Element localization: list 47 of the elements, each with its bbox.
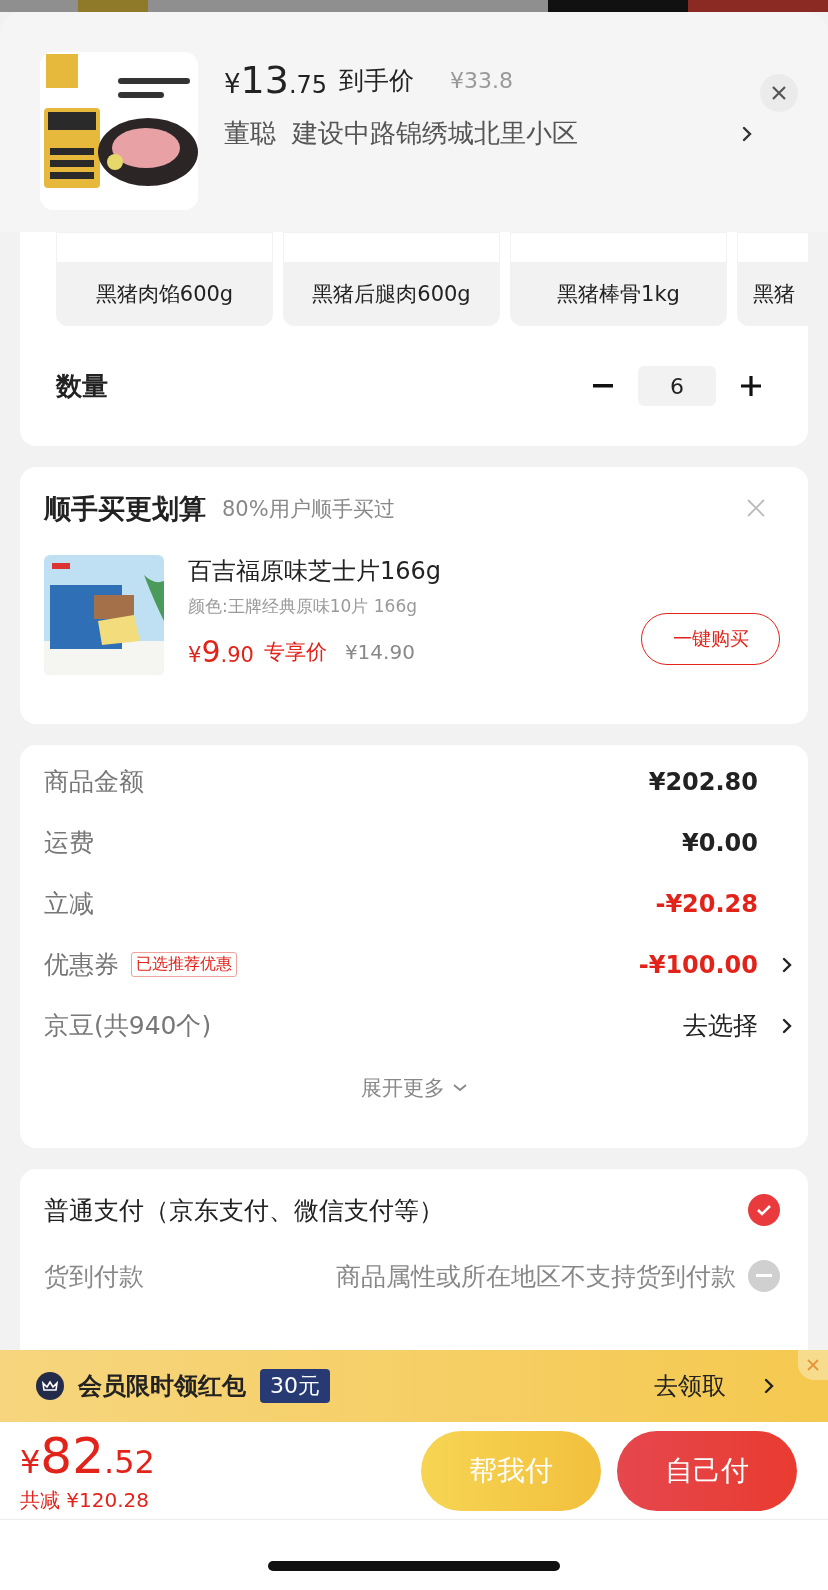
checked-radio[interactable]: [748, 1194, 780, 1226]
quantity-label: 数量: [56, 369, 108, 403]
address-text: 建设中路锦绣城北里小区: [292, 117, 578, 150]
price-label: 到手价: [339, 64, 415, 97]
summary-label: 优惠券: [44, 949, 119, 981]
amount-badge: 30元: [260, 1369, 330, 1403]
close-button[interactable]: [760, 74, 798, 112]
summary-value: ¥202.80: [648, 767, 758, 796]
summary-label: 运费: [44, 827, 94, 859]
minus-icon: [593, 384, 613, 388]
total-price: ¥82.52: [20, 1427, 155, 1485]
close-icon: [771, 85, 787, 101]
crown-icon: [36, 1372, 64, 1400]
original-price: ¥14.90: [344, 639, 415, 664]
coupon-tag: 已选推荐优惠: [131, 952, 237, 977]
chevron-down-icon: [453, 1084, 467, 1092]
summary-label: 商品金额: [44, 766, 144, 798]
total-saving: 共减 ¥120.28: [20, 1487, 151, 1514]
summary-value: -¥100.00: [638, 950, 758, 979]
buy-now-button[interactable]: 一键购买: [641, 613, 780, 665]
plus-icon: [740, 375, 762, 397]
check-icon: [756, 1204, 772, 1216]
section-title: 顺手买更划算: [44, 492, 206, 526]
product-name: 百吉福原味芝士片166g: [188, 556, 442, 587]
quantity-field[interactable]: 6: [638, 366, 716, 406]
final-price: ¥13.75: [224, 58, 328, 102]
close-icon: [747, 498, 765, 517]
pay-button[interactable]: 自己付: [617, 1430, 797, 1511]
select-link[interactable]: 去选择: [683, 1009, 758, 1042]
minus-icon: [756, 1274, 772, 1278]
claim-link[interactable]: 去领取: [654, 1370, 726, 1402]
exclusive-price: ¥9.90: [188, 634, 254, 669]
payment-option[interactable]: 普通支付（京东支付、微信支付等）: [44, 1193, 444, 1227]
expand-more-link[interactable]: 展开更多: [361, 1074, 445, 1102]
original-price: ¥33.8: [450, 67, 514, 93]
payment-note: 商品属性或所在地区不支持货到付款: [336, 1260, 736, 1293]
summary-label: 京豆(共940个): [44, 1010, 212, 1042]
section-subtitle: 80%用户顺手买过: [222, 496, 395, 523]
price-label: 专享价: [263, 638, 327, 666]
summary-label: 立减: [44, 888, 94, 920]
banner-text: 会员限时领红包: [78, 1371, 246, 1402]
close-icon: [807, 1359, 819, 1371]
recipient-name: 董聪: [224, 117, 276, 150]
summary-value: ¥0.00: [682, 828, 758, 857]
product-spec: 颜色:王牌经典原味10片 166g: [188, 595, 418, 618]
summary-value: -¥20.28: [655, 889, 758, 918]
chevron-icon: [762, 1376, 776, 1396]
